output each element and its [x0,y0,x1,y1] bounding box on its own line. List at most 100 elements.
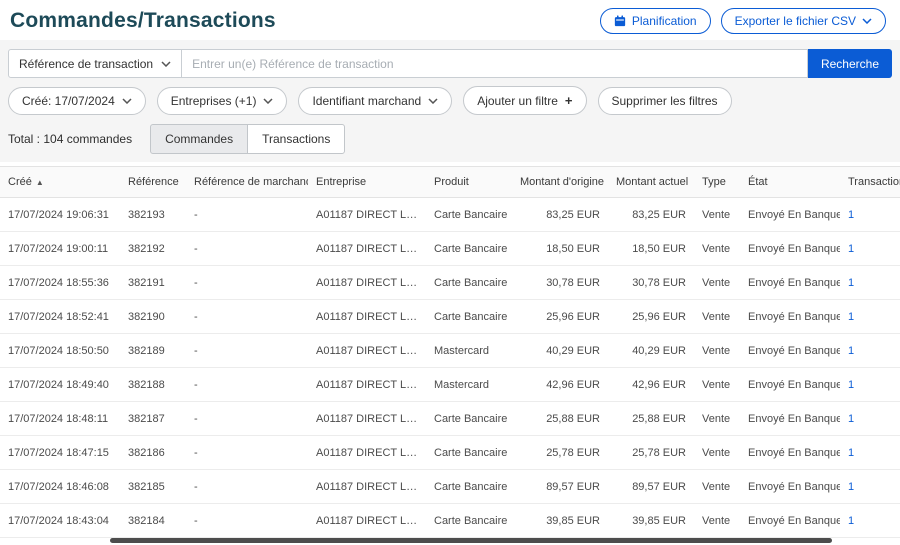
cell-created: 17/07/2024 18:55:36 [0,266,120,300]
cell-amount_current: 40,29 EUR [608,334,694,368]
cell-company: A01187 DIRECT LE PANI… [308,198,426,232]
transactions-link[interactable]: 1 [848,413,854,425]
cell-amount_origin: 40,29 EUR [512,334,608,368]
cell-reference: 382191 [120,266,186,300]
horizontal-scrollbar[interactable] [110,538,832,543]
cell-created: 17/07/2024 18:43:04 [0,504,120,538]
cell-created: 17/07/2024 18:46:08 [0,470,120,504]
filter-chip-identifiant-marchand[interactable]: Identifiant marchand [298,87,452,115]
column-header-transactions-associees[interactable]: Transactions associées [840,167,900,198]
table-row[interactable]: 17/07/2024 19:06:31382193-A01187 DIRECT … [0,198,900,232]
planification-button[interactable]: Planification [600,8,711,34]
cell-reference: 382186 [120,436,186,470]
chevron-down-icon [122,98,132,104]
cell-created: 17/07/2024 18:52:41 [0,300,120,334]
cell-amount_origin: 30,78 EUR [512,266,608,300]
cell-transactions: 1 [840,436,900,470]
transactions-link[interactable]: 1 [848,243,854,255]
export-csv-button[interactable]: Exporter le fichier CSV [721,8,886,34]
column-header-etat[interactable]: État [740,167,840,198]
cell-type: Vente [694,436,740,470]
planification-label: Planification [632,14,697,28]
cell-state: Envoyé En Banque [740,300,840,334]
cell-type: Vente [694,266,740,300]
column-header-cree[interactable]: Créé▲ [0,167,120,198]
cell-product: Carte Bancaire [426,198,512,232]
cell-reference: 382189 [120,334,186,368]
table-row[interactable]: 17/07/2024 18:49:40382188-A01187 DIRECT … [0,368,900,402]
search-input[interactable] [182,49,808,78]
table-row[interactable]: 17/07/2024 18:46:08382185-A01187 DIRECT … [0,470,900,504]
chevron-down-icon [862,18,872,24]
cell-company: A01187 DIRECT LE PANI… [308,470,426,504]
cell-amount_origin: 18,50 EUR [512,232,608,266]
cell-company: A01187 DIRECT LE PANI… [308,300,426,334]
column-header-montant-actuel[interactable]: Montant actuel [608,167,694,198]
cell-state: Envoyé En Banque [740,504,840,538]
transactions-link[interactable]: 1 [848,515,854,527]
table-row[interactable]: 17/07/2024 18:52:41382190-A01187 DIRECT … [0,300,900,334]
cell-product: Mastercard [426,368,512,402]
column-header-montant-origine[interactable]: Montant d'origine [512,167,608,198]
cell-created: 17/07/2024 18:49:40 [0,368,120,402]
cell-amount_current: 83,25 EUR [608,198,694,232]
cell-reference: 382184 [120,504,186,538]
transactions-link[interactable]: 1 [848,311,854,323]
table-row[interactable]: 17/07/2024 19:00:11382192-A01187 DIRECT … [0,232,900,266]
search-button[interactable]: Recherche [808,49,892,78]
transactions-link[interactable]: 1 [848,277,854,289]
sort-asc-icon[interactable]: ▲ [36,178,44,187]
transactions-link[interactable]: 1 [848,447,854,459]
tab-commandes[interactable]: Commandes [150,124,248,154]
transactions-link[interactable]: 1 [848,481,854,493]
cell-product: Carte Bancaire [426,402,512,436]
column-header-produit[interactable]: Produit [426,167,512,198]
add-filter-button[interactable]: Ajouter un filtre + [463,86,586,115]
cell-amount_current: 39,85 EUR [608,504,694,538]
total-count: Total : 104 commandes [8,132,132,146]
cell-merchant_reference: - [186,504,308,538]
cell-transactions: 1 [840,334,900,368]
table-row[interactable]: 17/07/2024 18:47:15382186-A01187 DIRECT … [0,436,900,470]
clear-filters-button[interactable]: Supprimer les filtres [598,87,732,115]
cell-transactions: 1 [840,266,900,300]
chevron-down-icon [428,98,438,104]
cell-created: 17/07/2024 19:00:11 [0,232,120,266]
cell-state: Envoyé En Banque [740,368,840,402]
table-row[interactable]: 17/07/2024 18:55:36382191-A01187 DIRECT … [0,266,900,300]
column-header-reference[interactable]: Référence [120,167,186,198]
column-header-reference-marchand[interactable]: Référence de marchand [186,167,308,198]
column-header-type[interactable]: Type [694,167,740,198]
calendar-icon [614,15,626,27]
plus-icon: + [565,93,573,108]
cell-amount_current: 25,96 EUR [608,300,694,334]
cell-company: A01187 DIRECT LE PANI… [308,402,426,436]
orders-table-container: Créé▲ Référence Référence de marchand En… [0,166,900,538]
transactions-link[interactable]: 1 [848,209,854,221]
transactions-link[interactable]: 1 [848,379,854,391]
cell-merchant_reference: - [186,198,308,232]
cell-product: Carte Bancaire [426,436,512,470]
transactions-link[interactable]: 1 [848,345,854,357]
cell-merchant_reference: - [186,300,308,334]
cell-reference: 382193 [120,198,186,232]
filter-chip-cree[interactable]: Créé: 17/07/2024 [8,87,146,115]
cell-reference: 382185 [120,470,186,504]
cell-company: A01187 DIRECT LE PANI… [308,504,426,538]
cell-product: Carte Bancaire [426,470,512,504]
table-row[interactable]: 17/07/2024 18:50:50382189-A01187 DIRECT … [0,334,900,368]
column-header-entreprise[interactable]: Entreprise [308,167,426,198]
table-row[interactable]: 17/07/2024 18:43:04382184-A01187 DIRECT … [0,504,900,538]
cell-product: Carte Bancaire [426,266,512,300]
cell-reference: 382192 [120,232,186,266]
cell-amount_current: 18,50 EUR [608,232,694,266]
tab-transactions[interactable]: Transactions [247,124,345,154]
cell-product: Carte Bancaire [426,504,512,538]
table-row[interactable]: 17/07/2024 18:48:11382187-A01187 DIRECT … [0,402,900,436]
cell-state: Envoyé En Banque [740,232,840,266]
view-tabs: Commandes Transactions [150,124,345,154]
filter-chip-entreprises[interactable]: Entreprises (+1) [157,87,288,115]
search-field-selector[interactable]: Référence de transaction [8,49,182,78]
search-bar: Référence de transaction Recherche [8,49,892,78]
cell-reference: 382188 [120,368,186,402]
